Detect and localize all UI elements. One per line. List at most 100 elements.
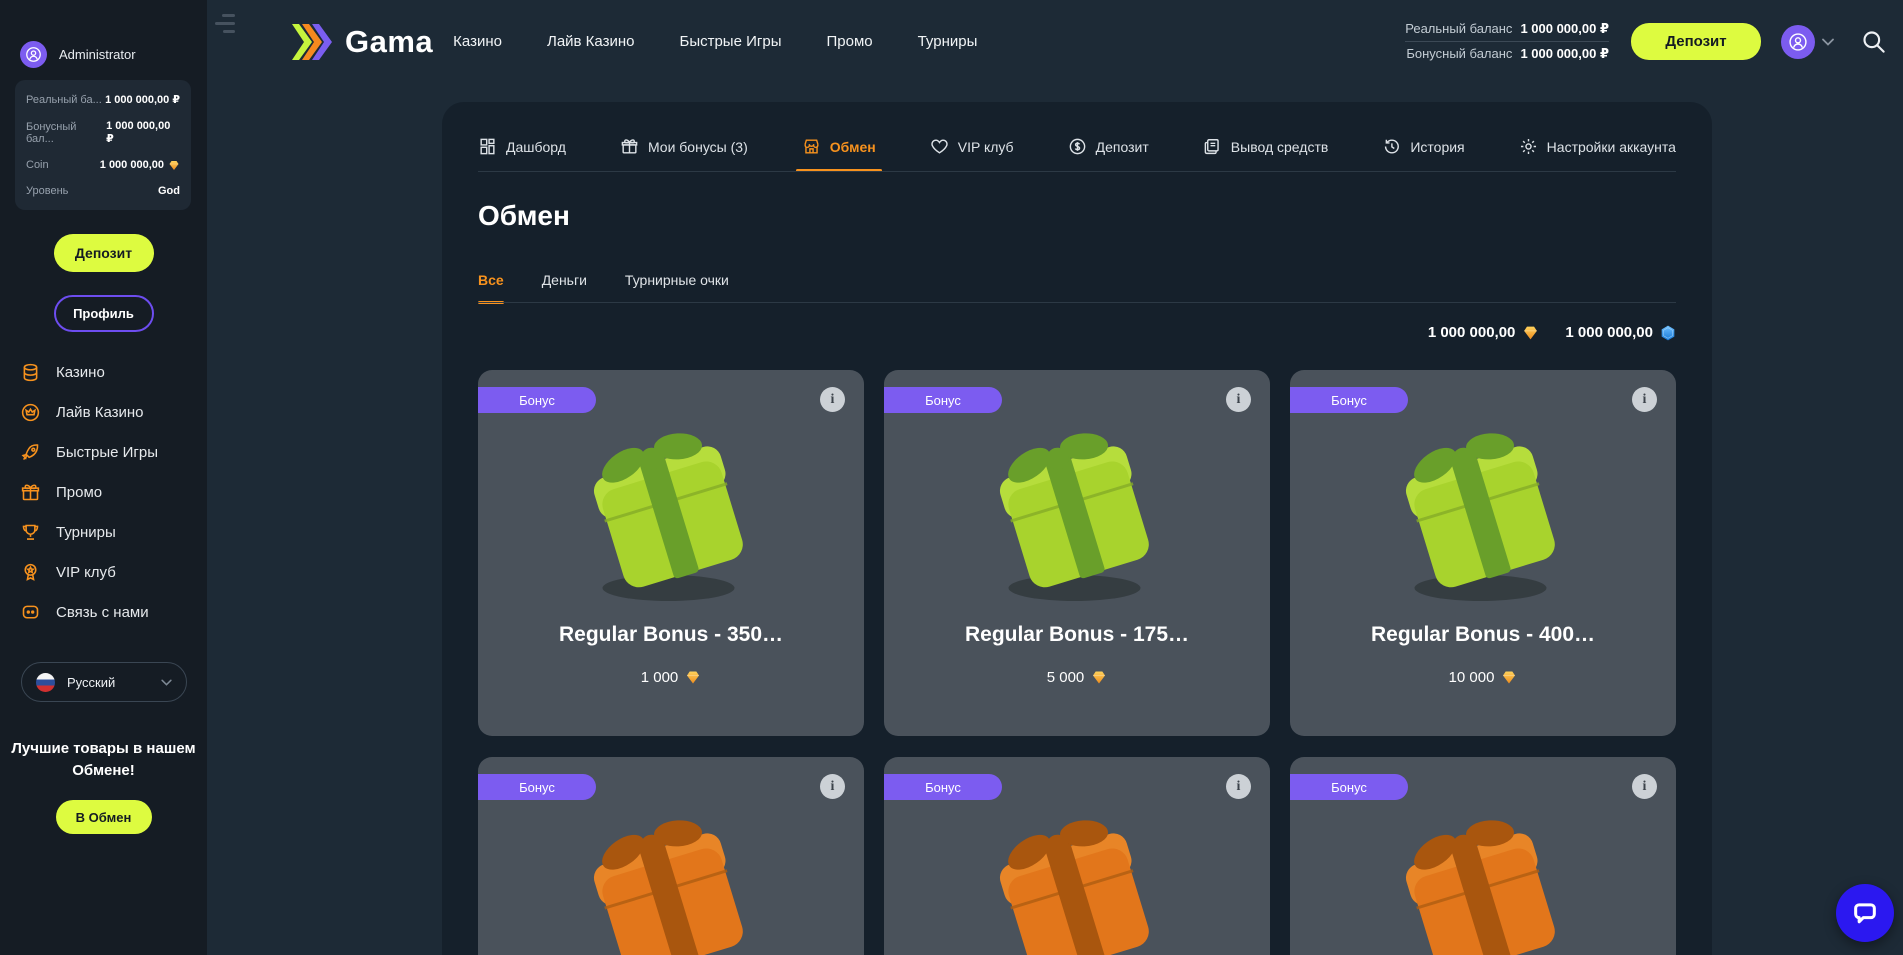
gift-icon [20, 482, 41, 503]
info-icon[interactable]: i [1632, 774, 1657, 799]
balance-value: 1 000 000,00 ₽ [106, 120, 180, 145]
sidebar-item-contact[interactable]: Связь с нами [20, 600, 158, 624]
coin-gem-icon [1091, 670, 1107, 685]
tab-label: История [1410, 139, 1464, 155]
info-icon[interactable]: i [820, 387, 845, 412]
bonus-card[interactable]: Бонус i Regular Bonus - 175… [884, 370, 1270, 736]
tab-exchange[interactable]: Обмен [802, 122, 876, 171]
chevron-down-icon [161, 679, 172, 686]
sidebar-profile-button[interactable]: Профиль [54, 295, 154, 332]
bonus-card-grid: Бонус i Regular Bonus - 350… [478, 370, 1676, 955]
tab-withdrawal[interactable]: Вывод средств [1203, 122, 1329, 171]
bonus-badge: Бонус [1290, 774, 1408, 800]
coin-gem-icon [1501, 670, 1517, 685]
header-nav-tournaments[interactable]: Турниры [918, 33, 978, 50]
info-icon[interactable]: i [820, 774, 845, 799]
filter-all[interactable]: Все [478, 256, 504, 303]
balance-value: 1 000 000,00 ₽ [105, 93, 180, 106]
real-balance-value: 1 000 000,00 ₽ [1520, 21, 1609, 37]
tab-label: Мои бонусы (3) [648, 139, 748, 155]
bonus-card[interactable]: Бонус i [478, 757, 864, 955]
bonus-price: 10 000 [1290, 669, 1676, 686]
live-chat-button[interactable] [1836, 884, 1894, 942]
bonus-balance-value: 1 000 000,00 ₽ [1520, 46, 1609, 62]
bonus-card[interactable]: Бонус i [884, 757, 1270, 955]
tab-label: Дашборд [506, 139, 566, 155]
withdraw-icon [1203, 137, 1222, 156]
info-icon[interactable]: i [1226, 387, 1251, 412]
header: Gama Казино Лайв Казино Быстрые Игры Про… [207, 0, 1903, 83]
header-nav-promo[interactable]: Промо [826, 33, 872, 50]
balance-card: Реальный ба... 1 000 000,00 ₽ Бонусный б… [15, 80, 191, 210]
bonus-title: Regular Bonus - 350… [490, 623, 852, 647]
sidebar-item-label: Лайв Казино [56, 404, 144, 421]
coin-gem-icon [685, 670, 701, 685]
bonus-price-value: 1 000 [641, 669, 679, 686]
header-nav-live-casino[interactable]: Лайв Казино [547, 33, 635, 50]
balance-row-level: Уровень God [26, 185, 180, 197]
sidebar-exchange-button[interactable]: В Обмен [56, 800, 152, 834]
russia-flag-icon [36, 673, 55, 692]
coin-gem-icon [1522, 325, 1539, 341]
tab-account-settings[interactable]: Настройки аккаунта [1519, 122, 1676, 171]
sidebar-item-label: Быстрые Игры [56, 444, 158, 461]
language-selector[interactable]: Русский [21, 662, 187, 702]
user-row[interactable]: Administrator [20, 41, 136, 68]
info-icon[interactable]: i [1632, 387, 1657, 412]
hamburger-menu-icon[interactable] [211, 14, 235, 33]
bonus-card[interactable]: Бонус i Regular Bonus - 400… [1290, 370, 1676, 736]
logo[interactable]: Gama [292, 22, 433, 62]
sidebar-item-tournaments[interactable]: Турниры [20, 520, 158, 544]
bonus-badge: Бонус [478, 387, 596, 413]
balance-value: God [158, 185, 180, 197]
bonus-card[interactable]: Бонус i Regular Bonus - 350… [478, 370, 864, 736]
bonus-price-value: 5 000 [1047, 669, 1085, 686]
history-clock-icon [1382, 137, 1401, 156]
info-icon[interactable]: i [1226, 774, 1251, 799]
tab-my-bonuses[interactable]: Мои бонусы (3) [620, 122, 748, 171]
sidebar-item-fast-games[interactable]: Быстрые Игры [20, 440, 158, 464]
tab-dashboard[interactable]: Дашборд [478, 122, 566, 171]
tab-label: Настройки аккаунта [1547, 139, 1676, 155]
sidebar-item-promo[interactable]: Промо [20, 480, 158, 504]
dashboard-icon [478, 137, 497, 156]
gift-box-image [1381, 803, 1586, 955]
sidebar-item-vip-club[interactable]: VIP клуб [20, 560, 158, 584]
account-menu[interactable] [1781, 25, 1834, 59]
balance-value: 1 000 000,00 [100, 159, 180, 171]
trophy-icon [20, 522, 41, 543]
header-nav-casino[interactable]: Казино [453, 33, 502, 50]
balance-label: Реальный ба... [26, 94, 102, 106]
tab-history[interactable]: История [1382, 122, 1464, 171]
sidebar-item-live-casino[interactable]: Лайв Казино [20, 400, 158, 424]
gift-box-image [569, 803, 774, 955]
tab-vip-club[interactable]: VIP клуб [930, 122, 1014, 171]
filter-tournament-points[interactable]: Турнирные очки [625, 256, 729, 303]
balance-label: Уровень [26, 185, 68, 197]
header-nav-fast-games[interactable]: Быстрые Игры [679, 33, 781, 50]
points-balance-value: 1 000 000,00 [1565, 324, 1653, 341]
language-label: Русский [67, 675, 149, 690]
filter-money[interactable]: Деньги [542, 256, 587, 303]
balance-row-real: Реальный ба... 1 000 000,00 ₽ [26, 93, 180, 106]
tab-label: Обмен [830, 139, 876, 155]
coin-balance-value: 1 000 000,00 [1428, 324, 1516, 341]
sidebar-item-label: VIP клуб [56, 564, 116, 581]
balance-row-coin: Coin 1 000 000,00 [26, 159, 180, 171]
search-button[interactable] [1860, 28, 1887, 55]
balance-row-bonus: Бонусный бал... 1 000 000,00 ₽ [26, 120, 180, 145]
bonus-balance-label: Бонусный баланс [1406, 46, 1512, 62]
tab-deposit[interactable]: Депозит [1068, 122, 1149, 171]
header-deposit-button[interactable]: Депозит [1631, 23, 1761, 60]
gift-box-image [1381, 416, 1586, 611]
sidebar-item-casino[interactable]: Казино [20, 360, 158, 384]
filters-divider [478, 302, 1676, 303]
sidebar-promo-text: Лучшие товары в нашем Обмене! [10, 738, 197, 782]
header-bonus-balance: Бонусный баланс 1 000 000,00 ₽ [1405, 41, 1609, 66]
medal-icon [20, 562, 41, 583]
sidebar-deposit-button[interactable]: Депозит [54, 234, 154, 272]
bonus-card[interactable]: Бонус i [1290, 757, 1676, 955]
coins-icon [20, 362, 41, 383]
rocket-icon [20, 442, 41, 463]
bonus-price: 1 000 [478, 669, 864, 686]
